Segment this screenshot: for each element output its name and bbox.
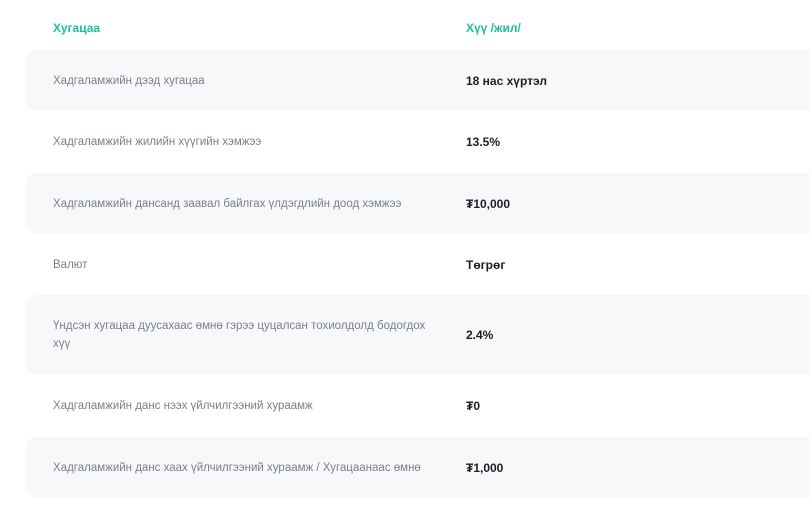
table-header: Хугацаа Хүү /жил/ [26,0,810,50]
table-row: Хадгаламжийн данс хаах үйлчилгээний хура… [26,437,810,498]
row-value: ₮10,000 [466,196,511,211]
table-row: Хадгаламжийн данс нээх үйлчилгээний хура… [26,375,810,437]
row-value: 18 нас хүртэл [466,73,547,88]
row-value: 2.4% [466,328,494,342]
table-row: Валют Төгрөг [26,234,810,295]
header-rate: Хүү /жил/ [466,21,521,35]
row-label: Хадгаламжийн данс нээх үйлчилгээний хура… [53,400,313,412]
row-label: Үндсэн хугацаа дуусахаас өмнө гэрээ цуца… [53,320,426,350]
row-label: Хадгаламжийн данс хаах үйлчилгээний хура… [53,461,421,474]
row-value: 13.5% [466,135,501,149]
row-value: ₮0 [466,399,481,413]
row-value: ₮1,000 [466,460,504,475]
row-label: Хадгаламжийн дээд хугацаа [53,74,205,87]
deposit-terms-table: Хугацаа Хүү /жил/ Хадгаламжийн дээд хуга… [26,0,810,498]
table-row: Үндсэн хугацаа дуусахаас өмнө гэрээ цуца… [26,295,810,375]
row-label: Валют [53,258,88,271]
table-row: Хадгаламжийн дансанд заавал байлгах үлдэ… [26,173,810,234]
table-row: Хадгаламжийн жилийн хүүгийн хэмжээ 13.5% [26,111,810,173]
row-label: Хадгаламжийн дансанд заавал байлгах үлдэ… [53,197,402,210]
table-row: Хадгаламжийн дээд хугацаа 18 нас хүртэл [26,50,810,111]
header-term: Хугацаа [53,21,101,35]
row-value: Төгрөг [466,257,506,272]
row-label: Хадгаламжийн жилийн хүүгийн хэмжээ [53,136,262,148]
